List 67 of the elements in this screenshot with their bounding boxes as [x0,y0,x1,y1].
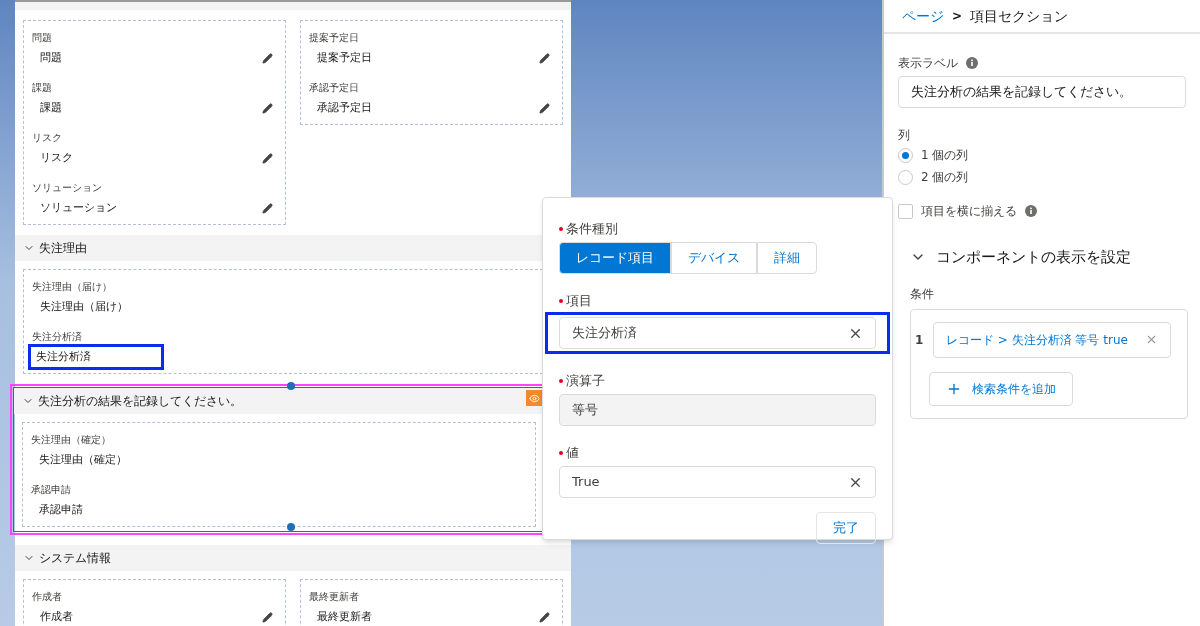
pencil-icon[interactable] [262,52,273,64]
field-value: 失注理由（確定） [38,451,127,468]
field-value: 承認予定日 [316,99,372,116]
field-value: リスク [39,149,73,166]
section-header[interactable]: システム情報 [15,545,571,571]
pencil-icon[interactable] [262,202,273,214]
condition-type-tab[interactable]: デバイス [671,242,757,274]
field-label: 問題 [32,31,53,45]
breadcrumb-separator: > [952,8,963,25]
section-header[interactable]: 失注分析の結果を記録してください。 [14,388,544,414]
field-label: 提案予定日 [309,31,360,45]
pencil-icon[interactable] [262,152,273,164]
section-title: 失注分析の結果を記録してください。 [38,393,242,410]
info-icon [966,57,978,69]
field-label: 課題 [32,81,53,95]
checkbox[interactable] [898,203,913,219]
resize-handle[interactable] [287,382,295,390]
pencil-icon[interactable] [262,102,273,114]
field-label: 表示ラベル [898,55,958,72]
field-value: 課題 [39,99,62,116]
section-title: システム情報 [39,550,111,567]
breadcrumb-link[interactable]: ページ [902,5,944,27]
field-label: 作成者 [32,590,63,604]
condition-number: 1 [915,331,925,349]
field-value: 作成者 [39,608,73,625]
section-title: 失注理由 [39,240,87,257]
pencil-icon[interactable] [539,611,550,623]
field-value: 失注理由（届け） [39,298,128,315]
field-label: リスク [32,131,63,145]
condition-item[interactable]: レコード > 失注分析済 等号 true [933,321,1171,358]
field-label: 値 [566,444,579,463]
pencil-icon[interactable] [539,52,550,64]
field-value: 承認申請 [38,501,83,518]
field-label: 項目 [566,292,592,311]
field-label: ソリューション [32,181,103,195]
input-field[interactable]: True [559,466,876,498]
field-label: 失注理由（届け） [32,280,113,294]
radio-label: 2 個の列 [921,169,969,186]
input-field[interactable]: 失注分析の結果を記録してください。 [898,76,1186,108]
field-value: 失注分析済 [28,343,164,371]
checkbox-label: 項目を横に揃える [921,203,1017,220]
pencil-icon[interactable] [262,611,273,623]
breadcrumb-current: 項目セクション [970,6,1069,26]
field-label: 列 [898,127,911,144]
add-condition-button[interactable]: 検索条件を追加 [929,371,1073,406]
field-label: 失注分析済 [32,330,83,344]
field-value: 問題 [39,49,62,66]
condition-type-tab[interactable]: 詳細 [757,242,817,274]
field-value: ソリューション [39,199,117,216]
readonly-field: 等号 [559,394,876,426]
field-label: 条件 [910,285,935,303]
field-label: 失注理由（確定） [31,433,112,447]
resize-handle[interactable] [287,523,295,531]
condition-type-tab[interactable]: レコード項目 [559,242,671,274]
pencil-icon[interactable] [539,102,550,114]
visibility-toggle[interactable]: コンポーネントの表示を設定 [910,246,1186,269]
done-button[interactable]: 完了 [816,512,876,544]
info-icon [1025,205,1037,217]
field-label: 最終更新者 [309,590,360,604]
radio-label: 1 個の列 [921,147,969,164]
field-value: 提案予定日 [316,49,372,66]
field-label: 承認申請 [31,483,72,497]
field-label: 演算子 [566,372,605,391]
field-value: 最終更新者 [316,608,372,625]
input-field[interactable]: 失注分析済 [559,317,876,349]
field-label: 承認予定日 [309,81,360,95]
remove-icon[interactable] [1145,333,1158,346]
